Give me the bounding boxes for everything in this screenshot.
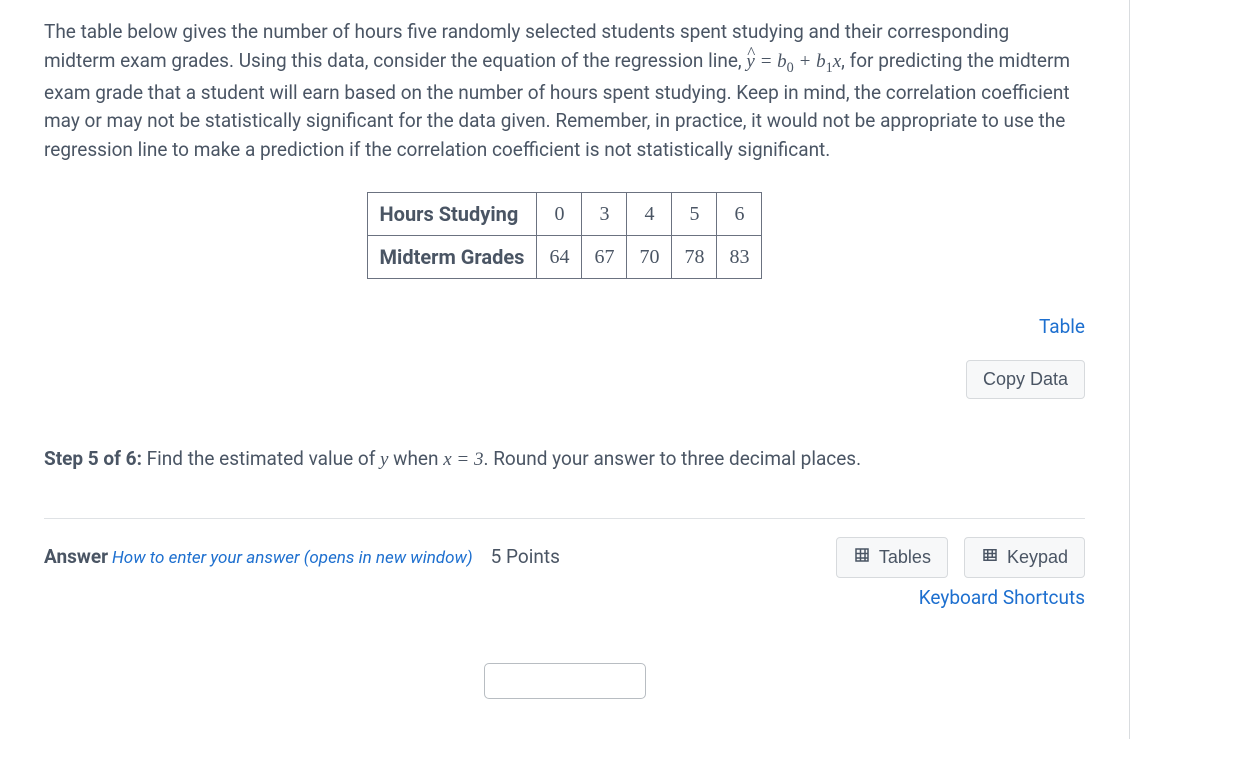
step-instruction: Step 5 of 6: Find the estimated value of…: [44, 445, 1085, 475]
regression-equation: ^y = b0 + b1x: [746, 49, 841, 72]
right-actions: Table Copy Data: [44, 313, 1085, 399]
equation-rhs: = b0 + b1x: [755, 51, 841, 72]
cell: 6: [717, 193, 762, 236]
keypad-icon: [981, 546, 999, 569]
table-link[interactable]: Table: [1039, 313, 1085, 342]
cell: 0: [537, 193, 582, 236]
y-hat-symbol: ^y: [746, 51, 754, 72]
x-var: x: [443, 449, 451, 470]
answer-header: Answer How to enter your answer (opens i…: [44, 537, 1085, 578]
cell: 3: [582, 193, 627, 236]
answer-right: Tables Keypad: [836, 537, 1085, 578]
tables-button-label: Tables: [879, 547, 931, 568]
answer-input[interactable]: [484, 663, 646, 699]
keypad-button-label: Keypad: [1007, 547, 1068, 568]
answer-label: Answer: [44, 543, 108, 572]
cell: 83: [717, 236, 762, 279]
grid-icon: [853, 546, 871, 569]
step-text-c: . Round your answer to three decimal pla…: [483, 447, 861, 470]
divider: [44, 518, 1085, 519]
cell: 5: [672, 193, 717, 236]
cell: 70: [627, 236, 672, 279]
x-value: = 3: [452, 449, 484, 470]
table-row: Hours Studying 0 3 4 5 6: [367, 193, 762, 236]
keyboard-shortcuts-link[interactable]: Keyboard Shortcuts: [44, 584, 1085, 613]
points-label: 5 Points: [491, 543, 560, 572]
cell: 64: [537, 236, 582, 279]
copy-data-button[interactable]: Copy Data: [966, 360, 1085, 399]
step-text-a: Find the estimated value of: [142, 447, 380, 470]
keypad-button[interactable]: Keypad: [964, 537, 1085, 578]
tables-button[interactable]: Tables: [836, 537, 948, 578]
problem-text: The table below gives the number of hour…: [44, 18, 1085, 164]
cell: 78: [672, 236, 717, 279]
cell: 4: [627, 193, 672, 236]
data-table: Hours Studying 0 3 4 5 6 Midterm Grades …: [367, 192, 763, 279]
answer-left: Answer How to enter your answer (opens i…: [44, 543, 560, 572]
table-row: Midterm Grades 64 67 70 78 83: [367, 236, 762, 279]
answer-input-wrap: [44, 663, 1085, 699]
row-label-hours: Hours Studying: [367, 193, 537, 236]
step-label: Step 5 of 6:: [44, 447, 142, 470]
step-text-b: when: [388, 447, 443, 470]
answer-hint-link[interactable]: How to enter your answer (opens in new w…: [112, 546, 473, 572]
row-label-grades: Midterm Grades: [367, 236, 537, 279]
question-panel: The table below gives the number of hour…: [0, 0, 1130, 739]
cell: 67: [582, 236, 627, 279]
